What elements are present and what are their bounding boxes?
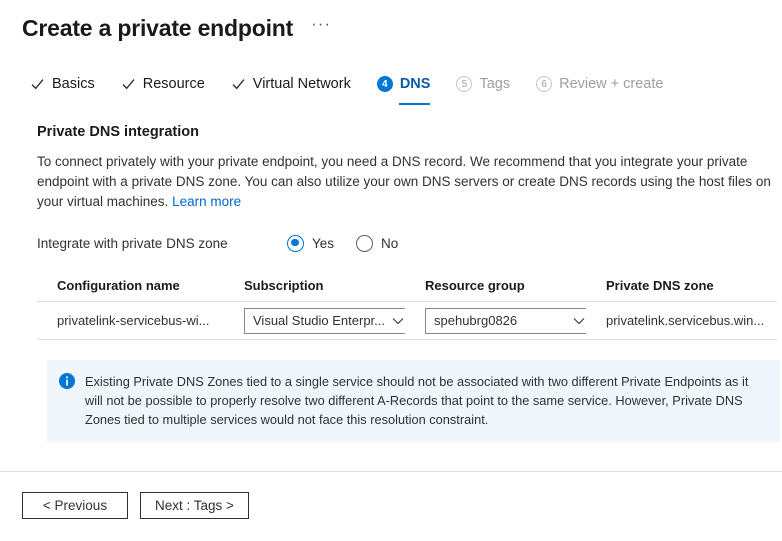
tab-resource[interactable]: Resource [121,70,205,102]
cell-resource-group: spehubrg0826 [405,308,586,334]
learn-more-link[interactable]: Learn more [172,194,241,209]
integrate-private-dns-zone-row: Integrate with private DNS zone Yes No [37,232,782,254]
table-row: privatelink-servicebus-wi... Visual Stud… [37,302,777,340]
info-icon [59,373,75,389]
dns-step-content: Private DNS integration To connect priva… [0,124,782,442]
tab-dns[interactable]: 4 DNS [377,70,431,102]
radio-indicator-yes[interactable] [287,235,304,252]
tab-label: Tags [479,76,510,92]
chevron-down-icon [573,313,585,328]
tab-review-create[interactable]: 6 Review + create [536,70,663,102]
radio-option-yes[interactable]: Yes [287,235,334,252]
step-number-badge: 5 [456,76,472,92]
active-tab-underline [399,103,431,106]
check-icon [30,77,45,92]
tab-label: DNS [400,76,431,92]
step-number-badge: 6 [536,76,552,92]
table-header-row: Configuration name Subscription Resource… [37,278,777,302]
description-text: To connect privately with your private e… [37,154,771,209]
radio-label-no: No [381,236,398,251]
next-button[interactable]: Next : Tags > [140,492,249,519]
page-title: Create a private endpoint [22,13,293,43]
radio-option-no[interactable]: No [356,235,398,252]
resource-group-dropdown-value: spehubrg0826 [434,313,517,328]
radio-indicator-no[interactable] [356,235,373,252]
radio-label-yes: Yes [312,236,334,251]
column-header-subscription: Subscription [224,278,405,293]
subscription-dropdown[interactable]: Visual Studio Enterpr... [244,308,405,334]
subscription-dropdown-value: Visual Studio Enterpr... [253,313,385,328]
cell-configuration-name: privatelink-servicebus-wi... [37,313,224,328]
page-header: Create a private endpoint ··· [0,0,782,46]
tab-label: Review + create [559,76,663,92]
cell-subscription: Visual Studio Enterpr... [224,308,405,334]
wizard-steps: Basics Resource Virtual Network 4 DNS 5 … [0,68,782,102]
tab-label: Resource [143,76,205,92]
tab-tags[interactable]: 5 Tags [456,70,510,102]
column-header-private-dns-zone: Private DNS zone [586,278,777,293]
tab-basics[interactable]: Basics [30,70,95,102]
more-options-icon[interactable]: ··· [311,18,331,38]
column-header-configuration-name: Configuration name [37,278,224,293]
wizard-footer: < Previous Next : Tags > [22,492,261,519]
tab-virtual-network[interactable]: Virtual Network [231,70,351,102]
step-number-badge: 4 [377,76,393,92]
previous-button[interactable]: < Previous [22,492,128,519]
tab-label: Basics [52,76,95,92]
info-message-box: Existing Private DNS Zones tied to a sin… [47,360,780,442]
section-title: Private DNS integration [37,124,782,140]
section-description: To connect privately with your private e… [37,152,775,212]
create-private-endpoint-page: Create a private endpoint ··· Basics Res… [0,0,782,541]
check-icon [231,77,246,92]
info-message-text: Existing Private DNS Zones tied to a sin… [85,372,766,429]
tab-label: Virtual Network [253,76,351,92]
dns-configuration-table: Configuration name Subscription Resource… [37,278,777,340]
integrate-label: Integrate with private DNS zone [37,236,287,251]
footer-divider [0,471,782,472]
chevron-down-icon [392,313,404,328]
resource-group-dropdown[interactable]: spehubrg0826 [425,308,586,334]
cell-private-dns-zone: privatelink.servicebus.win... [586,313,777,328]
column-header-resource-group: Resource group [405,278,586,293]
check-icon [121,77,136,92]
